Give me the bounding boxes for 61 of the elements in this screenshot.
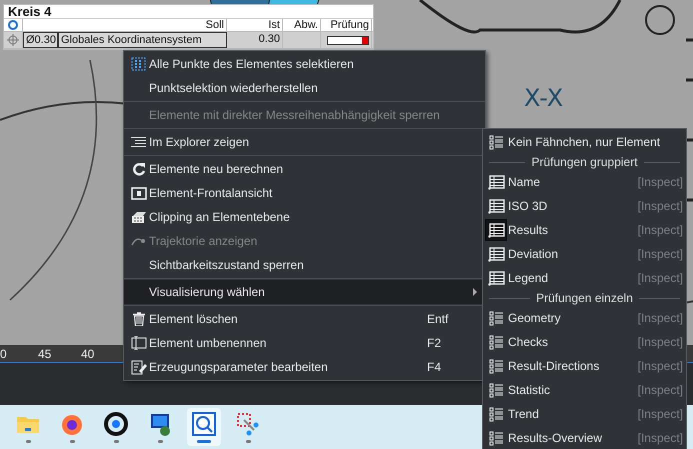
table-icon	[488, 222, 504, 238]
ruler-label: 40	[81, 346, 94, 360]
section-label: X-X	[524, 84, 564, 112]
menu-item[interactable]: Elemente neu berechnen	[124, 157, 485, 181]
grid-icon	[131, 57, 146, 71]
table-icon	[488, 270, 504, 286]
list-icon	[488, 382, 504, 398]
list-icon	[488, 430, 504, 446]
curve-icon	[131, 236, 146, 246]
menu-item[interactable]: Erzeugungsparameter bearbeiten F4	[124, 355, 485, 379]
table-cell: Ø0.30	[23, 32, 58, 48]
menu-item[interactable]: Results-Overview [Inspect]	[483, 426, 686, 449]
list-icon	[488, 310, 504, 326]
list-icon	[488, 134, 504, 150]
table-cell: 0.30	[227, 32, 283, 48]
ruler-label: 0	[0, 346, 8, 360]
menu-item[interactable]: Results [Inspect]	[483, 218, 686, 242]
list-icon	[131, 136, 146, 148]
list-icon	[488, 406, 504, 422]
table-icon	[488, 246, 504, 262]
menu-item[interactable]: Kein Fähnchen, nur Element	[483, 130, 686, 154]
clipping-icon	[130, 210, 146, 224]
trash-icon	[132, 312, 144, 326]
rename-icon	[130, 336, 146, 350]
menu-item[interactable]: Checks [Inspect]	[483, 330, 686, 354]
column-header: Abw.	[283, 19, 321, 31]
menu-item[interactable]: Trend [Inspect]	[483, 402, 686, 426]
circle-icon	[8, 20, 18, 30]
group-heading: Prüfungen gruppiert	[531, 155, 638, 169]
menu-item[interactable]: Punktselektion wiederherstellen	[124, 76, 485, 100]
table-icon	[488, 198, 504, 214]
crosshair-icon	[7, 34, 19, 46]
list-icon	[488, 334, 504, 350]
group-heading: Prüfungen einzeln	[536, 291, 633, 305]
menu-item[interactable]: Element umbenennen F2	[124, 331, 485, 355]
column-header: Soll	[23, 19, 227, 31]
menu-item[interactable]: Deviation [Inspect]	[483, 242, 686, 266]
menu-item[interactable]: Alle Punkte des Elementes selektieren	[124, 52, 485, 76]
menu-item[interactable]: Legend [Inspect]	[483, 266, 686, 290]
magnifier-icon[interactable]	[187, 408, 221, 446]
menu-item[interactable]: Im Explorer zeigen	[124, 130, 485, 154]
menu-item[interactable]: Geometry [Inspect]	[483, 306, 686, 330]
list-icon	[488, 358, 504, 374]
menu-item[interactable]: Element löschen Entf	[124, 307, 485, 331]
menu-item[interactable]: Element-Frontalansicht	[124, 181, 485, 205]
menu-item[interactable]: Result-Directions [Inspect]	[483, 354, 686, 378]
menu-item[interactable]: Visualisierung wählen	[124, 280, 485, 304]
panel-title: Kreis 4	[4, 5, 373, 19]
column-header: Prüfung	[321, 19, 372, 31]
ruler-label: 45	[38, 346, 52, 360]
result-bar-icon	[327, 36, 369, 44]
menu-item[interactable]: Name [Inspect]	[483, 170, 686, 194]
menu-item[interactable]: Clipping an Elementebene	[124, 205, 485, 229]
menu-item[interactable]: Sichtbarkeitszustand sperren	[124, 253, 485, 277]
edit-icon	[130, 360, 146, 374]
column-header: Ist	[227, 19, 283, 31]
menu-item[interactable]: ISO 3D [Inspect]	[483, 194, 686, 218]
menu-item[interactable]: Statistic [Inspect]	[483, 378, 686, 402]
table-cell: Globales Koordinatensystem	[58, 32, 227, 48]
table-icon	[488, 174, 504, 190]
refresh-icon	[132, 162, 146, 176]
